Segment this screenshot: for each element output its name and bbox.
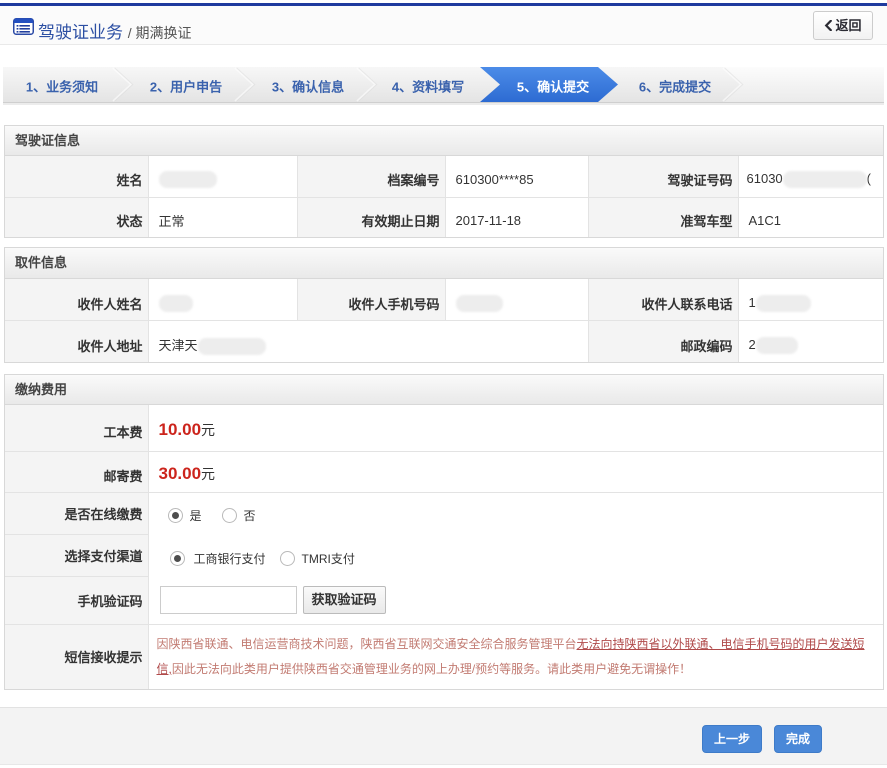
- svg-text:5、确认提交: 5、确认提交: [517, 80, 589, 95]
- svg-text:1、业务须知: 1、业务须知: [26, 80, 98, 95]
- svg-text:2、用户申告: 2、用户申告: [150, 80, 222, 95]
- svg-text:3、确认信息: 3、确认信息: [272, 80, 344, 95]
- svg-text:6、完成提交: 6、完成提交: [639, 80, 711, 95]
- svg-text:4、资料填写: 4、资料填写: [392, 80, 464, 95]
